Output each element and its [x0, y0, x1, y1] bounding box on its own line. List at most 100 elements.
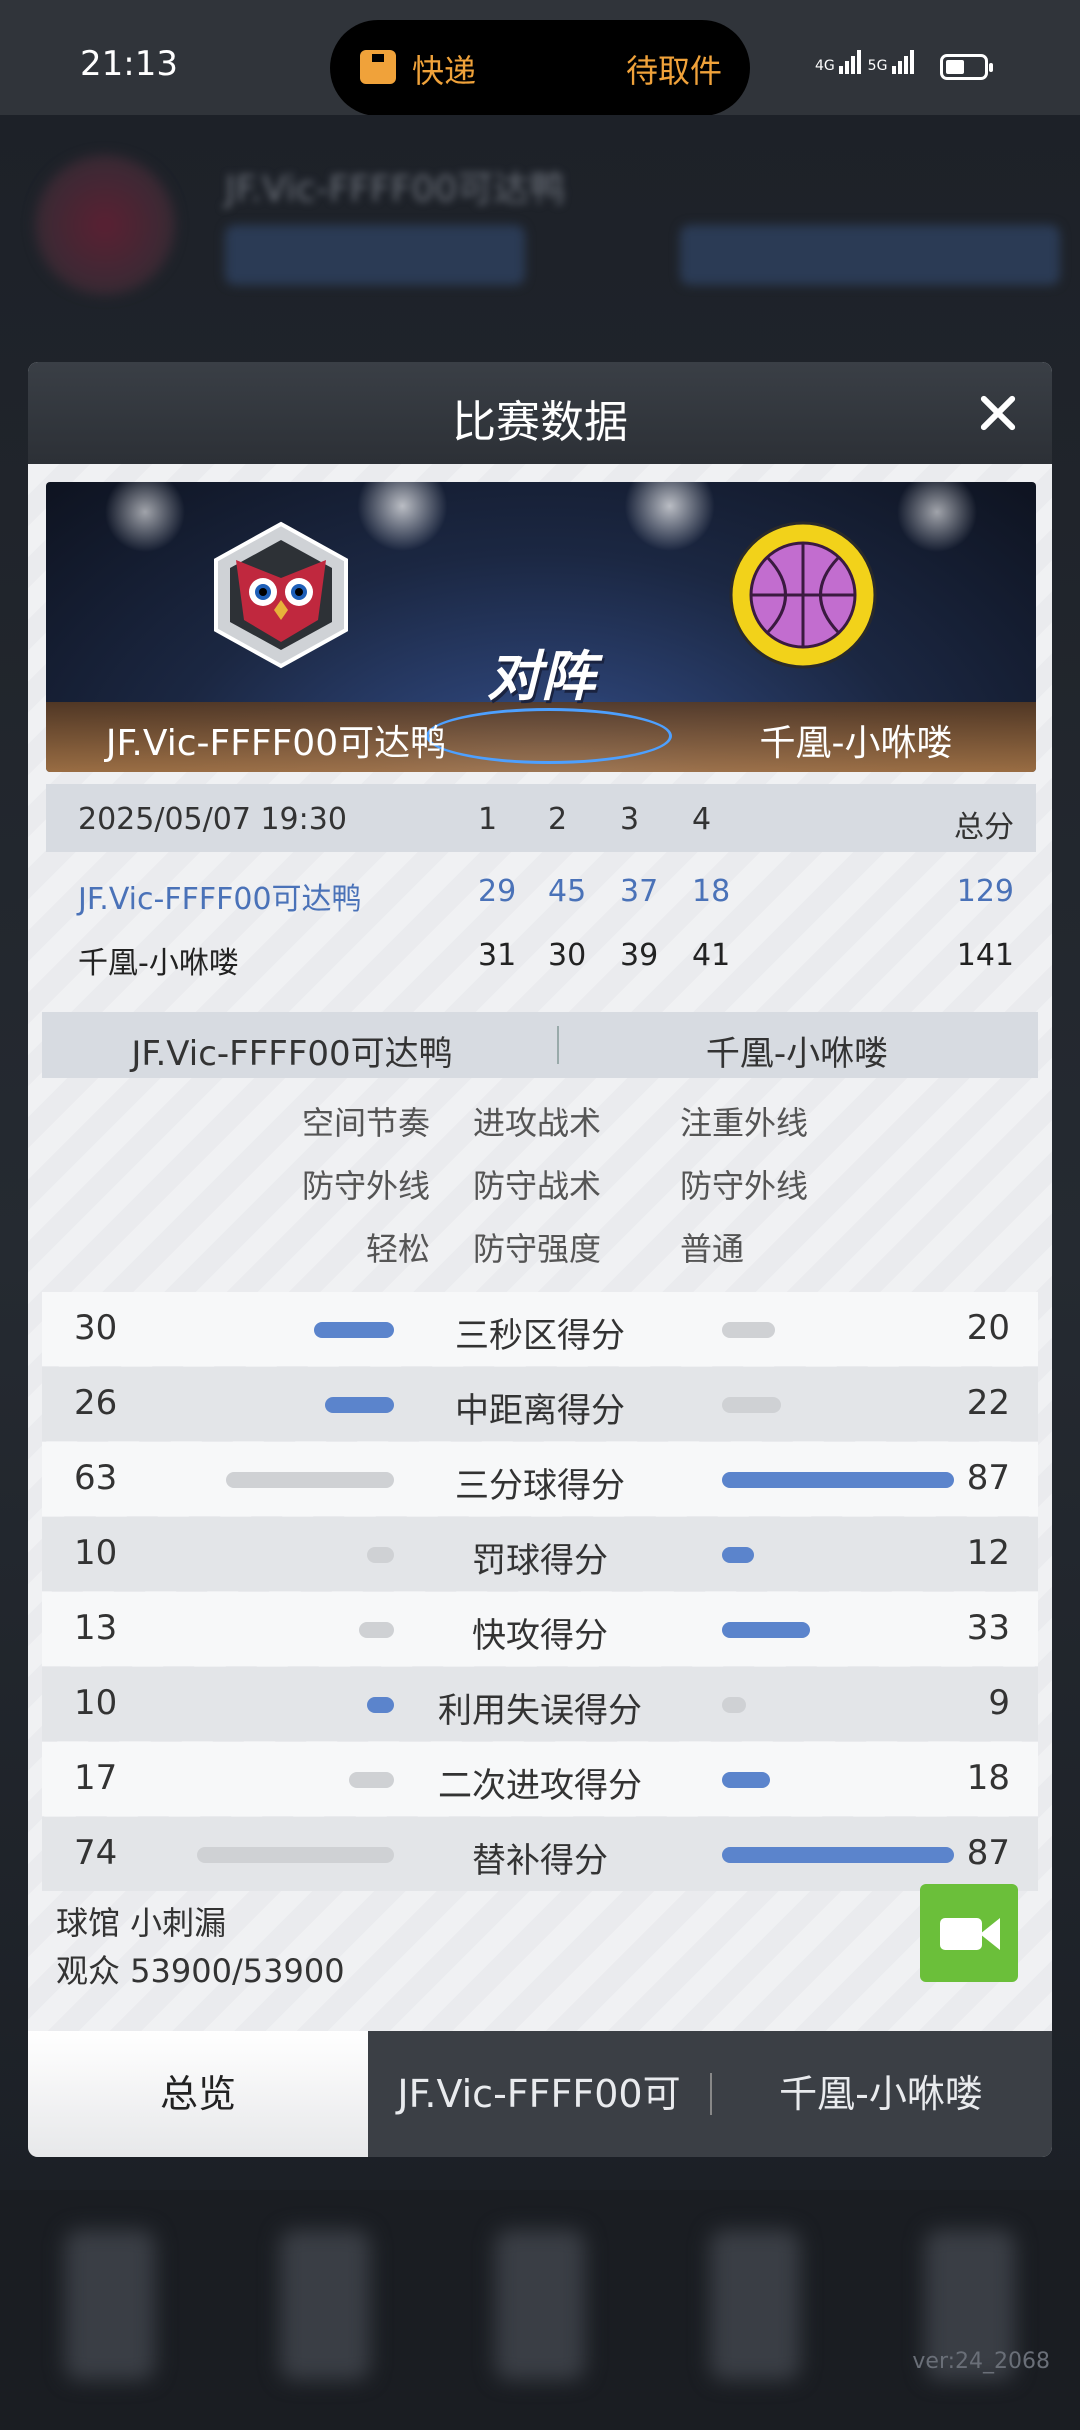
stat-label: 中距离得分 — [455, 1391, 625, 1431]
island-label: 快递 — [412, 52, 477, 90]
version-label: ver:24_2068 — [912, 2349, 1050, 2374]
tactic-label: 防守强度 — [473, 1230, 602, 1268]
stat-value-team-b: 33 — [966, 1608, 1010, 1648]
avatar — [35, 155, 175, 295]
stat-row: 17 二次进攻得分 18 — [42, 1742, 1038, 1816]
signal-indicators: 4G 5G — [815, 50, 916, 74]
stat-bar-team-b — [722, 1547, 754, 1563]
tactic-team-b: 普通 — [680, 1230, 745, 1268]
stat-bar-team-b — [722, 1847, 954, 1863]
tactic-label: 进攻战术 — [473, 1104, 602, 1142]
video-replay-button[interactable] — [920, 1884, 1018, 1982]
network-5g-label: 5G — [867, 58, 888, 74]
status-bar: 21:13 快递 待取件 4G 5G — [0, 0, 1080, 116]
stat-label: 快攻得分 — [472, 1616, 608, 1656]
tab-overview[interactable]: 总览 — [28, 2031, 368, 2157]
player-name: JF.Vic-FFFF00可达鸭 — [225, 169, 566, 210]
score-q1: 29 — [478, 874, 517, 909]
stat-bar-team-b — [722, 1397, 781, 1413]
signal-bars-icon — [839, 50, 863, 74]
total-header: 总分 — [954, 810, 1014, 845]
signal-bars-icon — [891, 50, 916, 74]
divider — [557, 1026, 559, 1064]
tactic-label: 防守战术 — [473, 1167, 602, 1205]
stat-value-team-b: 12 — [966, 1533, 1010, 1573]
team-a-name: JF.Vic-FFFF00可达鸭 — [105, 723, 447, 764]
stat-row: 26 中距离得分 22 — [42, 1367, 1038, 1441]
stat-row: 13 快攻得分 33 — [42, 1592, 1038, 1666]
score-q4: 41 — [692, 938, 731, 973]
video-camera-icon — [940, 1918, 982, 1950]
coin-balance — [225, 225, 525, 285]
stat-value-team-b: 87 — [966, 1458, 1010, 1498]
stat-bar-team-b — [722, 1472, 954, 1488]
tactics-row: 防守外线 防守战术 防守外线 — [28, 1151, 1052, 1213]
camera-lens-shape — [980, 1918, 1000, 1950]
tab-team-a[interactable]: JF.Vic-FFFF00可 — [368, 2031, 710, 2157]
bottom-nav — [0, 2190, 1080, 2430]
tab-team-b[interactable]: 千凰-小咻喽 — [710, 2031, 1052, 2157]
island-status: 待取件 — [625, 52, 722, 90]
score-team-name: 千凰-小咻喽 — [78, 946, 239, 981]
stat-row: 10 利用失误得分 9 — [42, 1667, 1038, 1741]
nav-tab — [495, 2230, 585, 2380]
score-q3: 39 — [620, 938, 659, 973]
score-q2: 45 — [548, 874, 587, 909]
tactic-team-a: 轻松 — [365, 1230, 430, 1268]
stat-value-team-b: 18 — [966, 1758, 1010, 1798]
stat-row: 63 三分球得分 87 — [42, 1442, 1038, 1516]
score-q2: 30 — [548, 938, 587, 973]
venue-label: 球馆 小刺漏 — [56, 1904, 227, 1942]
stat-label: 罚球得分 — [472, 1541, 608, 1581]
stat-row: 10 罚球得分 12 — [42, 1517, 1038, 1591]
battery-icon — [940, 54, 993, 80]
tactics-row: 空间节奏 进攻战术 注重外线 — [28, 1088, 1052, 1150]
versus-title: 对阵 — [487, 645, 595, 708]
score-q1: 31 — [478, 938, 517, 973]
modal-title: 比赛数据 — [452, 397, 628, 448]
matchup-banner: 对阵 JF.Vic-FFFF00可达鸭 千凰-小咻喽 — [46, 482, 1036, 772]
stat-value-team-b: 87 — [966, 1833, 1010, 1873]
team-b-name: 千凰-小咻喽 — [759, 723, 953, 764]
stat-label: 利用失误得分 — [438, 1691, 642, 1731]
quarter-4-header: 4 — [692, 802, 712, 837]
stat-label: 三秒区得分 — [455, 1316, 625, 1356]
quarter-1-header: 1 — [478, 802, 498, 837]
tactics-team-b: 千凰-小咻喽 — [705, 1034, 889, 1074]
stat-bar-team-b — [722, 1697, 746, 1713]
tactics-team-a: JF.Vic-FFFF00可达鸭 — [131, 1034, 453, 1074]
score-q3: 37 — [620, 874, 659, 909]
stat-value-team-b: 22 — [966, 1383, 1010, 1423]
score-row-team-a: JF.Vic-FFFF00可达鸭 29 45 37 18 129 — [46, 856, 1036, 918]
tactic-team-b: 注重外线 — [680, 1104, 809, 1142]
arena-lights — [46, 482, 1036, 602]
network-4g-label: 4G — [815, 58, 835, 74]
tactic-team-b: 防守外线 — [680, 1167, 809, 1205]
stat-row: 30 三秒区得分 20 — [42, 1292, 1038, 1366]
stat-bar-team-b — [722, 1322, 775, 1338]
match-data-modal: 比赛数据 对阵 JF.Vic-FFFF00可达鸭 千凰-小咻喽 2025/05/… — [28, 362, 1052, 2157]
tactic-team-a: 防守外线 — [301, 1167, 430, 1205]
stat-bar-team-b — [722, 1622, 810, 1638]
modal-body: 对阵 JF.Vic-FFFF00可达鸭 千凰-小咻喽 2025/05/07 19… — [28, 464, 1052, 2031]
score-row-team-b: 千凰-小咻喽 31 30 39 41 141 — [46, 920, 1036, 982]
stat-row: 74 替补得分 87 — [42, 1817, 1038, 1891]
close-icon[interactable] — [972, 388, 1022, 438]
stat-bar-team-b — [722, 1772, 770, 1788]
package-icon — [360, 50, 396, 84]
tactic-team-a: 空间节奏 — [301, 1104, 430, 1142]
tactics-row: 轻松 防守强度 普通 — [28, 1214, 1052, 1276]
arena-info: 球馆 小刺漏 观众 53900/53900 — [56, 1899, 345, 1995]
score-team-name: JF.Vic-FFFF00可达鸭 — [78, 882, 362, 917]
attendance-label: 观众 53900/53900 — [56, 1952, 345, 1990]
stat-value-team-b: 20 — [966, 1308, 1010, 1348]
nav-tab — [280, 2230, 370, 2380]
clock: 21:13 — [80, 44, 178, 84]
scoreboard-header: 2025/05/07 19:30 1 2 3 4 总分 — [46, 784, 1036, 852]
quarter-2-header: 2 — [548, 802, 568, 837]
stat-value-team-b: 9 — [988, 1683, 1010, 1723]
score-q4: 18 — [692, 874, 731, 909]
quarter-3-header: 3 — [620, 802, 640, 837]
dynamic-island[interactable]: 快递 待取件 — [330, 20, 750, 116]
score-total: 141 — [956, 938, 1014, 973]
